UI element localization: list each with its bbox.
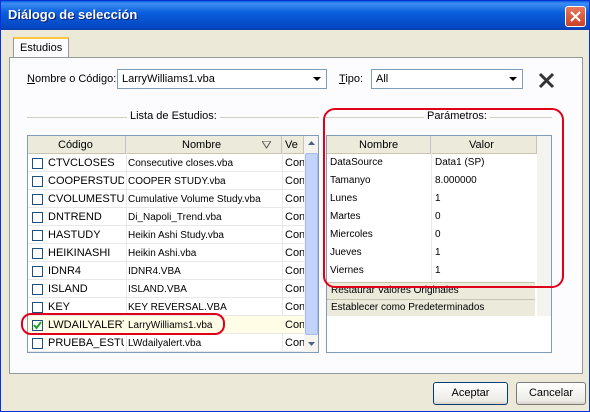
type-dropdown-button[interactable]: [505, 71, 521, 87]
name-code-combo[interactable]: LarryWilliams1.vba: [117, 69, 327, 89]
row-code: CTVCLOSES: [48, 157, 115, 169]
row-version: Con: [285, 301, 305, 313]
row-version: Con: [285, 229, 305, 241]
row-name: COOPER STUDY.vba: [128, 176, 226, 187]
row-name: Cumulative Volume Study.vba: [128, 194, 261, 205]
row-version: Con: [285, 175, 305, 187]
chevron-up-icon: [308, 141, 315, 145]
row-checkbox[interactable]: [32, 158, 43, 169]
scroll-up-button[interactable]: [304, 136, 318, 151]
table-row[interactable]: HASTUDY Heikin Ashi Study.vba Con: [28, 226, 305, 244]
row-version: Con: [285, 211, 305, 223]
row-code: CVOLUMESTUDY: [48, 193, 124, 205]
row-checkbox[interactable]: [32, 248, 43, 259]
row-code: KEY: [48, 301, 71, 313]
column-header-name[interactable]: Nombre: [126, 136, 282, 154]
row-code: PRUEBA_ESTUD: [48, 337, 124, 349]
column-header-version[interactable]: Ve: [282, 136, 304, 154]
title-bar[interactable]: Diálogo de selección: [1, 1, 589, 30]
tab-estudios[interactable]: Estudios: [13, 37, 69, 58]
chevron-down-icon: [313, 77, 321, 81]
row-version: Con: [285, 265, 305, 277]
row-version: Con: [285, 319, 305, 331]
row-code: IDNR4: [48, 265, 82, 277]
type-combo[interactable]: All: [371, 69, 523, 89]
row-version: Con: [285, 193, 305, 205]
type-value: All: [376, 73, 389, 85]
study-list-scrollbar[interactable]: [304, 136, 318, 352]
row-version: Con: [285, 157, 305, 169]
accept-button[interactable]: Aceptar: [433, 382, 508, 405]
close-icon: [570, 11, 581, 22]
close-button[interactable]: [565, 6, 586, 27]
row-checkbox[interactable]: [32, 302, 43, 313]
row-version: Con: [285, 283, 305, 295]
name-code-value: LarryWilliams1.vba: [122, 73, 215, 85]
row-checkbox[interactable]: [32, 230, 43, 241]
scroll-down-button[interactable]: [304, 337, 318, 352]
cancel-button[interactable]: Cancelar: [516, 382, 586, 405]
set-as-default-button[interactable]: Establecer como Predeterminados: [327, 299, 535, 316]
chevron-down-icon: [308, 342, 315, 346]
dialog-window: Diálogo de selección Estudios Nombre o C…: [0, 0, 590, 412]
type-label: Tipo:: [339, 73, 364, 85]
row-name: Heikin Ashi Study.vba: [128, 230, 224, 241]
row-name: LWdailyalert.vba: [128, 338, 202, 349]
window-title: Diálogo de selección: [8, 7, 138, 22]
row-name: ISLAND.VBA: [128, 284, 187, 295]
row-name: KEY REVERSAL.VBA: [128, 302, 227, 313]
row-code: ISLAND: [48, 283, 88, 295]
row-checkbox[interactable]: [32, 176, 43, 187]
row-checkbox[interactable]: [32, 284, 43, 295]
row-version: Con: [285, 337, 305, 349]
row-code: COOPERSTUDY: [48, 175, 124, 187]
name-code-dropdown-button[interactable]: [309, 71, 325, 87]
row-checkbox[interactable]: [32, 338, 43, 349]
table-row[interactable]: IDNR4 IDNR4.VBA Con: [28, 262, 305, 280]
row-code: HEIKINASHI: [48, 247, 111, 259]
clear-filter-icon[interactable]: [538, 72, 555, 89]
table-row[interactable]: COOPERSTUDY COOPER STUDY.vba Con: [28, 172, 305, 190]
annotation-selected-row-highlight: [21, 313, 225, 335]
row-name: Heikin Ashi.vba: [128, 248, 197, 259]
row-checkbox[interactable]: [32, 194, 43, 205]
table-row[interactable]: ISLAND ISLAND.VBA Con: [28, 280, 305, 298]
row-checkbox[interactable]: [32, 212, 43, 223]
tab-estudios-label: Estudios: [20, 42, 63, 54]
row-version: Con: [285, 247, 305, 259]
annotation-parameters-highlight: [323, 108, 564, 288]
column-header-code[interactable]: Código: [28, 136, 126, 154]
row-code: DNTREND: [48, 211, 102, 223]
row-name: Di_Napoli_Trend.vba: [128, 212, 222, 223]
table-row[interactable]: CVOLUMESTUDY Cumulative Volume Study.vba…: [28, 190, 305, 208]
row-code: HASTUDY: [48, 229, 101, 241]
table-row[interactable]: DNTREND Di_Napoli_Trend.vba Con: [28, 208, 305, 226]
scroll-thumb[interactable]: [305, 153, 318, 335]
table-row[interactable]: CTVCLOSES Consecutive closes.vba Con: [28, 154, 305, 172]
study-list-title: Lista de Estudios:: [127, 110, 220, 122]
table-row[interactable]: PRUEBA_ESTUD LWdailyalert.vba Con: [28, 334, 305, 352]
table-row[interactable]: HEIKINASHI Heikin Ashi.vba Con: [28, 244, 305, 262]
row-checkbox[interactable]: [32, 266, 43, 277]
name-code-label: Nombre o Código:: [27, 73, 117, 85]
sort-arrow-icon: [262, 141, 271, 149]
chevron-down-icon: [509, 77, 517, 81]
row-name: Consecutive closes.vba: [128, 158, 234, 169]
row-name: IDNR4.VBA: [128, 266, 181, 277]
